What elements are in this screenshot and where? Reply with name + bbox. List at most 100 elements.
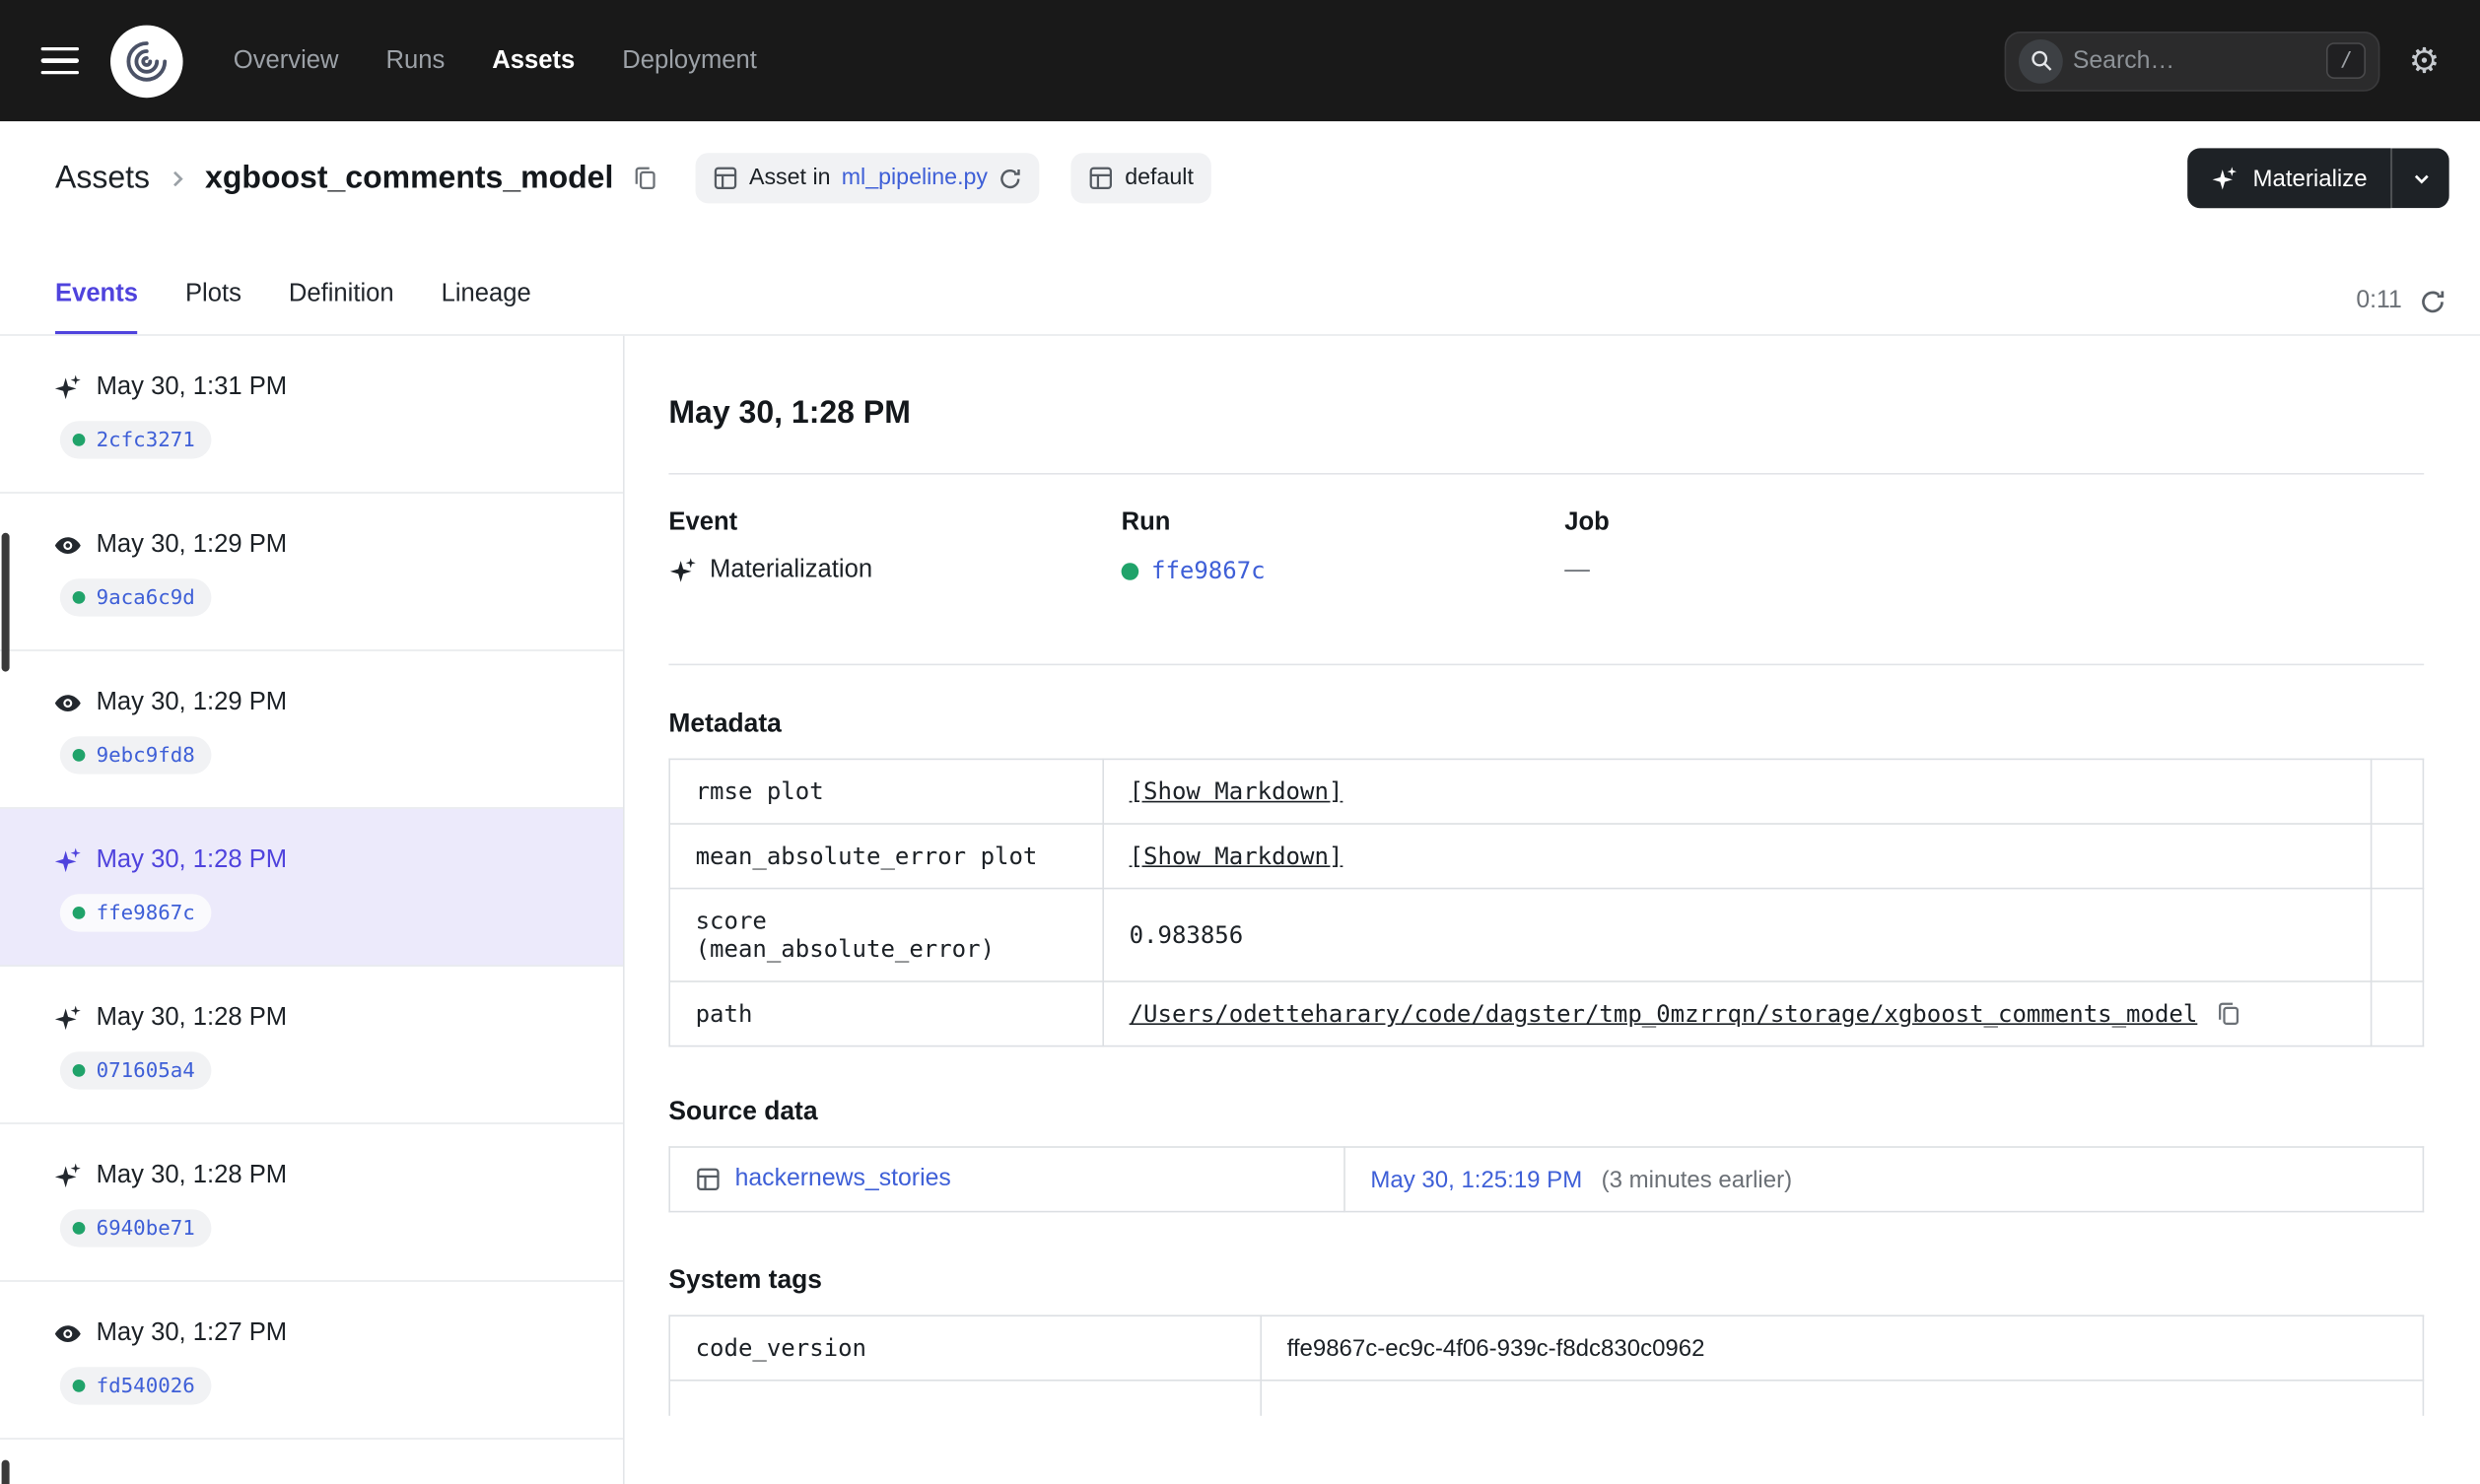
refresh-area: 0:11 (2356, 287, 2446, 334)
metadata-value: 0.983856 (1129, 920, 1244, 950)
nav-item-deployment[interactable]: Deployment (622, 46, 757, 75)
event-label: Event (668, 508, 738, 536)
run-chip[interactable]: ffe9867c (59, 894, 211, 932)
table-row: path /Users/odetteharary/code/dagster/tm… (668, 980, 2425, 1047)
run-chip[interactable]: 9aca6c9d (59, 578, 211, 617)
materialize-dropdown-button[interactable] (2390, 148, 2449, 209)
dagster-app: Overview Runs Assets Deployment / ⚙ Asse… (0, 0, 2480, 1484)
breadcrumb-assets-link[interactable]: Assets (55, 160, 150, 196)
scrollbar-thumb[interactable] (1, 532, 10, 672)
run-id-link[interactable]: ffe9867c (1151, 557, 1266, 585)
source-timestamp-link[interactable]: May 30, 1:25:19 PM (1370, 1166, 1582, 1192)
breadcrumb-chevron-icon (166, 167, 189, 190)
menu-icon[interactable] (40, 46, 79, 75)
asset-tabs: Events Plots Definition Lineage 0:11 (0, 235, 2480, 335)
tab-definition[interactable]: Definition (289, 281, 394, 334)
run-status-dot (72, 1222, 86, 1235)
asset-page-header: Assets xgboost_comments_model Asset in m… (0, 121, 2480, 236)
run-id-link[interactable]: fd540026 (97, 1374, 195, 1397)
system-tags-heading: System tags (668, 1265, 822, 1295)
event-timestamp: May 30, 1:31 PM (96, 373, 288, 401)
table-row: hackernews_stories May 30, 1:25:19 PM (3… (668, 1146, 2425, 1213)
table-row: score (mean_absolute_error) 0.983856 (668, 887, 2425, 982)
run-status-dot (72, 749, 86, 762)
materialize-sparkle-icon (2213, 166, 2238, 189)
event-list-item[interactable]: May 30, 1:28 PM 071605a4 (0, 967, 623, 1124)
nav-item-overview[interactable]: Overview (234, 46, 339, 75)
run-id-link[interactable]: 9aca6c9d (97, 585, 195, 609)
materialize-button[interactable]: Materialize (2187, 148, 2391, 209)
copy-path-icon[interactable] (2217, 1001, 2242, 1027)
run-id-link[interactable]: 9ebc9fd8 (97, 743, 195, 767)
event-list-item[interactable]: May 30, 1:28 PM 6940be71 (0, 1124, 623, 1282)
group-grid-icon (1088, 166, 1114, 191)
search-shortcut-badge: / (2326, 42, 2367, 79)
event-timestamp: May 30, 1:27 PM (96, 1319, 288, 1347)
primary-nav: Overview Runs Assets Deployment (234, 46, 757, 75)
event-list-item[interactable]: May 30, 1:31 PM 2cfc3271 (0, 336, 623, 494)
group-chip-label: default (1125, 166, 1194, 191)
run-chip[interactable]: fd540026 (59, 1367, 211, 1405)
system-tags-table: code_version ffe9867c-ec9c-4f06-939c-f8d… (668, 1315, 2425, 1416)
tab-events[interactable]: Events (55, 281, 138, 335)
table-row: code_version ffe9867c-ec9c-4f06-939c-f8d… (668, 1315, 2425, 1382)
dagster-swirl-icon (126, 40, 168, 81)
materialization-sparkle-icon (53, 1004, 82, 1033)
source-asset-link[interactable]: hackernews_stories (735, 1165, 951, 1193)
run-chip[interactable]: 9ebc9fd8 (59, 736, 211, 775)
asset-chip-file-link[interactable]: ml_pipeline.py (842, 166, 988, 191)
scrollbar-thumb[interactable] (1, 1459, 10, 1484)
asset-grid-icon (713, 166, 738, 191)
event-timestamp: May 30, 1:29 PM (96, 689, 288, 716)
run-status-dot (72, 1380, 86, 1392)
event-list-item[interactable]: May 30, 1:29 PM 9ebc9fd8 (0, 651, 623, 809)
metadata-table: rmse plot [Show Markdown] mean_absolute_… (668, 758, 2425, 1047)
copy-asset-name-icon[interactable] (633, 166, 658, 191)
asset-grid-icon (696, 1167, 722, 1192)
asset-chip-prefix: Asset in (748, 166, 831, 191)
event-timestamp: May 30, 1:29 PM (96, 531, 288, 559)
run-status-dot (72, 1064, 86, 1077)
search-box[interactable]: / (2005, 31, 2380, 91)
nav-item-runs[interactable]: Runs (386, 46, 446, 75)
job-value: — (1564, 556, 1590, 583)
tab-lineage[interactable]: Lineage (442, 281, 531, 334)
settings-gear-icon[interactable]: ⚙ (2409, 42, 2441, 78)
run-chip[interactable]: 2cfc3271 (59, 421, 211, 459)
show-markdown-link[interactable]: [Show Markdown] (1130, 842, 1343, 870)
materialization-sparkle-icon (668, 557, 697, 585)
refresh-icon[interactable] (2419, 288, 2446, 314)
materialize-button-label: Materialize (2252, 165, 2368, 192)
path-link[interactable]: /Users/odetteharary/code/dagster/tmp_0mz… (1130, 999, 2198, 1028)
reload-definition-icon[interactable] (999, 167, 1022, 190)
run-id-link[interactable]: ffe9867c (97, 901, 195, 924)
table-row: rmse plot [Show Markdown] (668, 758, 2425, 825)
event-list-item-selected[interactable]: May 30, 1:28 PM ffe9867c (0, 808, 623, 967)
event-list-item[interactable]: May 30, 1:29 PM 9aca6c9d (0, 494, 623, 651)
event-list-item[interactable]: May 30, 1:27 PM fd540026 (0, 1282, 623, 1440)
asset-group-chip[interactable]: default (1070, 153, 1211, 204)
search-input[interactable] (2072, 46, 2317, 75)
metadata-key: path (668, 980, 1105, 1047)
run-chip[interactable]: 071605a4 (59, 1051, 211, 1090)
run-id-link[interactable]: 2cfc3271 (97, 428, 195, 451)
run-id-link[interactable]: 071605a4 (97, 1058, 195, 1082)
asset-definition-chip[interactable]: Asset in ml_pipeline.py (695, 153, 1040, 204)
run-id-link[interactable]: 6940be71 (97, 1216, 195, 1240)
tab-plots[interactable]: Plots (185, 281, 241, 334)
metadata-key: score (mean_absolute_error) (668, 887, 1105, 982)
dagster-logo[interactable] (110, 24, 183, 98)
top-navbar: Overview Runs Assets Deployment / ⚙ (0, 0, 2480, 122)
source-data-table: hackernews_stories May 30, 1:25:19 PM (3… (668, 1146, 2425, 1213)
run-chip[interactable]: 6940be71 (59, 1209, 211, 1248)
observation-eye-icon (53, 1319, 82, 1348)
materialization-sparkle-icon (53, 846, 82, 875)
nav-item-assets[interactable]: Assets (492, 46, 575, 75)
event-timestamp: May 30, 1:28 PM (96, 1162, 288, 1189)
run-status-dot (1121, 562, 1139, 579)
table-row (668, 1380, 2425, 1416)
chevron-down-icon (2414, 173, 2428, 183)
show-markdown-link[interactable]: [Show Markdown] (1130, 777, 1343, 806)
navbar-right: / ⚙ (2005, 31, 2440, 91)
metadata-key: rmse plot (668, 758, 1105, 825)
